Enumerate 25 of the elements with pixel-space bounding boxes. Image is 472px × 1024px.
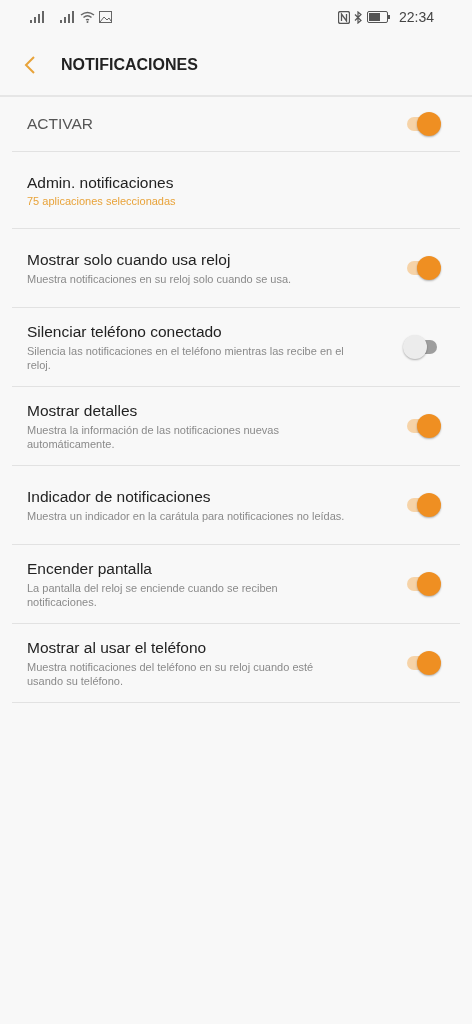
setting-subtitle: 75 aplicaciones seleccionadas bbox=[27, 194, 177, 207]
setting-description: Silencia las notificaciones en el teléfono mientras las recibe en el reloj. bbox=[27, 343, 345, 372]
setting-title: ACTIVAR bbox=[27, 115, 95, 133]
nfc-icon bbox=[337, 10, 350, 24]
setting-title: Mostrar al usar el teléfono bbox=[27, 638, 208, 657]
setting-title: Silenciar teléfono conectado bbox=[27, 322, 223, 341]
setting-description: Muestra notificaciones en su reloj solo cuando se usa. bbox=[27, 271, 293, 286]
setting-title: Encender pantalla bbox=[27, 559, 153, 578]
back-button[interactable] bbox=[24, 55, 35, 74]
image-icon bbox=[99, 11, 112, 23]
setting-description: Muestra notificaciones del teléfono en su reloj cuando esté usando su teléfono. bbox=[27, 659, 315, 688]
setting-title: Mostrar solo cuando usa reloj bbox=[27, 250, 232, 269]
page-title: NOTIFICACIONES bbox=[61, 55, 198, 74]
signal-icon bbox=[60, 11, 76, 23]
bluetooth-icon bbox=[353, 10, 363, 24]
setting-title: Indicador de notificaciones bbox=[27, 487, 212, 506]
setting-description: Muestra un indicador en la carátula para notificaciones no leídas. bbox=[27, 508, 346, 523]
clock-time: 22:34 bbox=[398, 9, 434, 25]
setting-description: La pantalla del reloj se enciende cuando se reciben notificaciones. bbox=[27, 580, 279, 609]
wifi-icon bbox=[80, 11, 95, 23]
setting-description: Muestra la información de las notificaciones nuevas automáticamente. bbox=[27, 422, 280, 451]
battery-icon bbox=[366, 11, 391, 23]
setting-title[interactable]: Admin. notificaciones bbox=[27, 173, 425, 192]
setting-title: Mostrar detalles bbox=[27, 401, 139, 420]
signal-icon bbox=[30, 11, 46, 23]
